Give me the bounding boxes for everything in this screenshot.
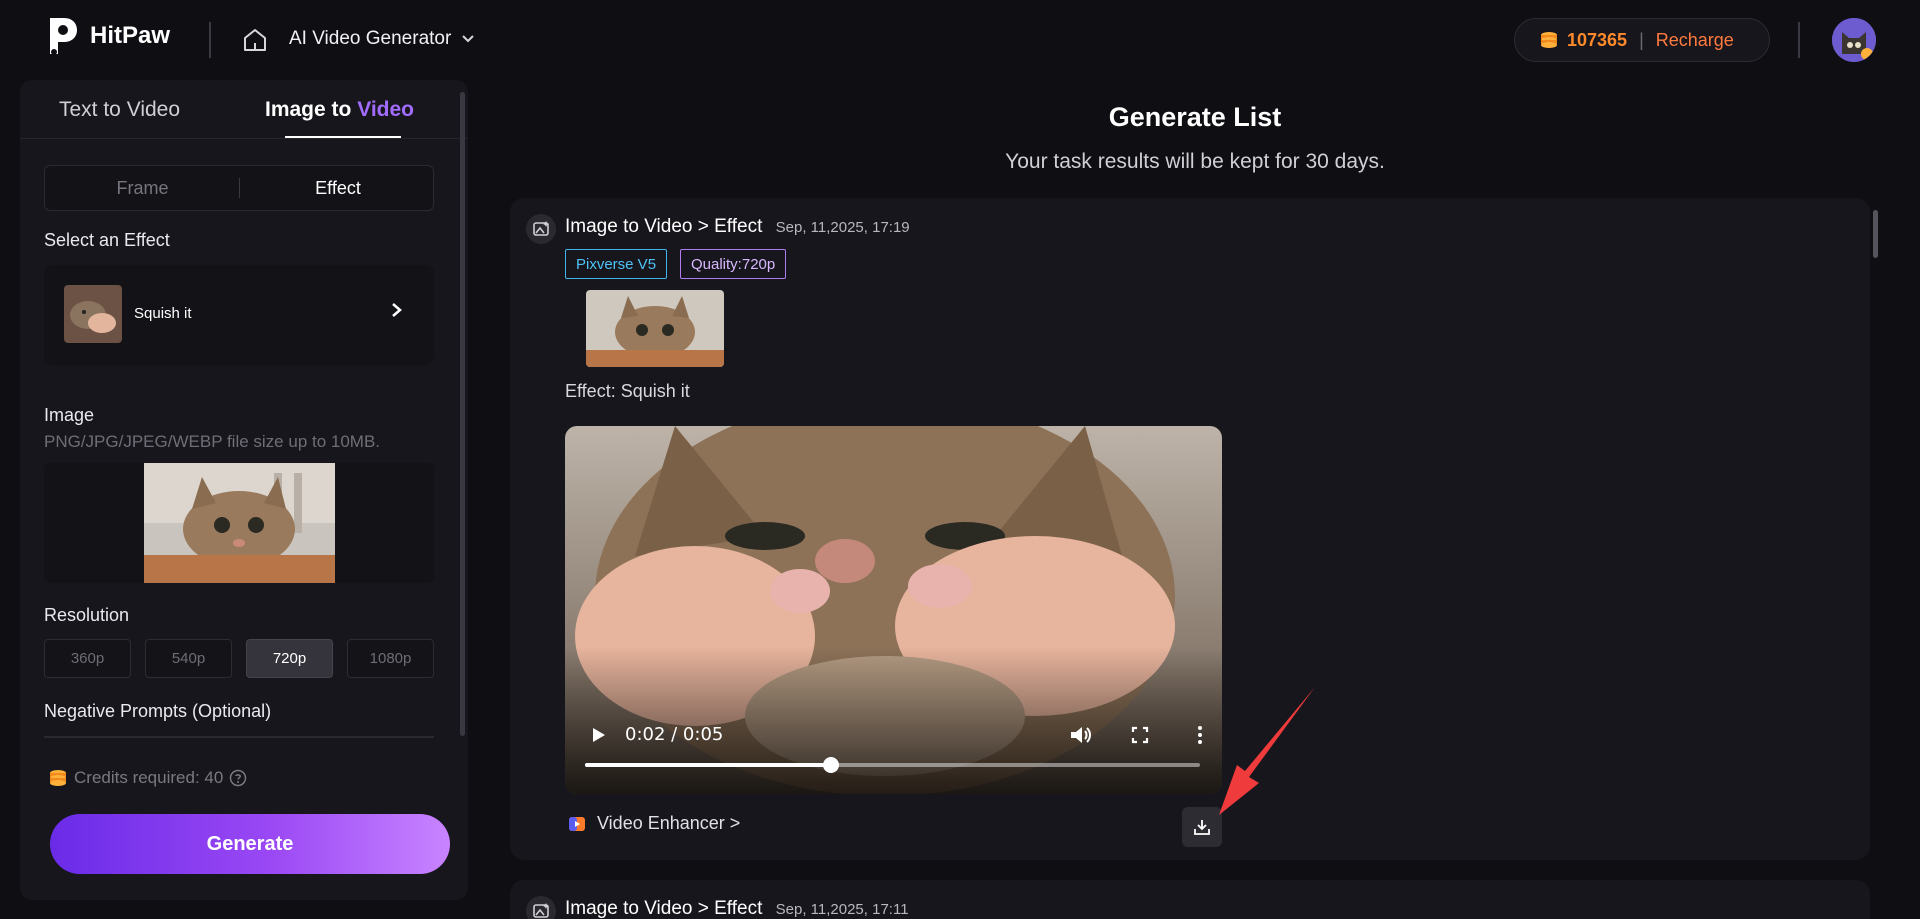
user-avatar[interactable]: [1832, 18, 1876, 62]
credits-required-text: Credits required: 40: [74, 768, 224, 787]
uploaded-cat-image: [144, 463, 335, 583]
effect-thumbnail: [64, 285, 122, 343]
recharge-link[interactable]: Recharge: [1656, 30, 1734, 51]
video-time: 0:02 / 0:05: [625, 724, 724, 745]
credits-balance: 107365: [1567, 29, 1628, 50]
resolution-label: Resolution: [44, 605, 130, 625]
resolution-360p[interactable]: 360p: [44, 639, 131, 678]
red-arrow-annotation-icon: [1219, 687, 1315, 815]
select-effect-label: Select an Effect: [44, 230, 170, 250]
resolution-1080p[interactable]: 1080p: [347, 639, 434, 678]
pill-separator: |: [1639, 29, 1644, 50]
credits-pill: 107365 | Recharge: [1514, 18, 1770, 62]
video-progress-fill: [585, 763, 831, 767]
image-hint: PNG/JPG/JPEG/WEBP file size up to 10MB.: [44, 432, 381, 451]
task-type-icon: [526, 214, 556, 244]
task-title: Image to Video > Effect Sep, 11,2025, 17…: [565, 898, 909, 919]
avatar-cat-icon: [1832, 18, 1876, 62]
more-options-icon[interactable]: [1187, 722, 1213, 748]
chevron-down-icon: [462, 35, 475, 43]
resolution-720p[interactable]: 720p: [246, 639, 333, 678]
product-dropdown-label: AI Video Generator: [289, 28, 452, 49]
header-divider: [209, 22, 211, 58]
video-enhancer-link[interactable]: Video Enhancer >: [567, 813, 740, 834]
home-icon[interactable]: [240, 25, 270, 55]
resolution-540p[interactable]: 540p: [145, 639, 232, 678]
brand-name: HitPaw: [90, 22, 171, 49]
task-title-text: Image to Video > Effect: [565, 216, 763, 237]
model-tag: Pixverse V5: [565, 249, 668, 279]
effect-name: Squish it: [134, 305, 192, 322]
coin-stack-icon: [1541, 32, 1557, 48]
top-header: HitPaw AI Video Generator 107365 | Recha…: [0, 0, 1920, 78]
fullscreen-icon[interactable]: [1127, 722, 1153, 748]
panel-scrollbar[interactable]: [460, 92, 465, 736]
hitpaw-logo[interactable]: HitPaw: [44, 14, 170, 58]
task-title-text: Image to Video > Effect: [565, 898, 763, 919]
generator-panel: Text to Video Image to Video Frame Effec…: [20, 80, 468, 900]
volume-icon[interactable]: [1067, 722, 1093, 748]
list-scrollbar[interactable]: [1873, 210, 1878, 258]
task-title: Image to Video > Effect Sep, 11,2025, 17…: [565, 216, 910, 238]
header-divider: [1798, 22, 1800, 58]
task-type-icon: [526, 896, 556, 919]
play-icon[interactable]: [585, 722, 611, 748]
hitpaw-logo-icon: [50, 18, 77, 55]
quality-tag: Quality:720p: [680, 249, 787, 279]
tabs-divider: [20, 138, 468, 139]
help-icon[interactable]: [229, 769, 247, 787]
task-date: Sep, 11,2025, 17:11: [775, 901, 909, 918]
task-date: Sep, 11,2025, 17:19: [775, 219, 910, 236]
negative-prompts-field[interactable]: [44, 736, 434, 748]
video-progress-handle[interactable]: [823, 757, 839, 773]
page-title: Generate List: [1108, 102, 1282, 132]
product-dropdown[interactable]: AI Video Generator: [289, 28, 475, 50]
source-image-thumbnail[interactable]: [586, 290, 724, 367]
generate-button[interactable]: Generate: [50, 814, 450, 874]
coin-stack-icon: [50, 770, 66, 786]
chevron-right-icon: [392, 303, 402, 317]
video-enhancer-label: Video Enhancer >: [597, 813, 741, 833]
task-effect-text: Effect: Squish it: [565, 381, 690, 401]
download-icon: [1194, 820, 1210, 835]
image-label: Image: [44, 405, 95, 425]
video-enhancer-icon: [569, 816, 585, 831]
page-subtitle: Your task results will be kept for 30 da…: [1005, 150, 1385, 173]
video-progress-bar[interactable]: [585, 757, 1200, 773]
effect-selector[interactable]: Squish it: [44, 265, 434, 365]
task-card: Image to Video > Effect Sep, 11,2025, 17…: [510, 880, 1870, 919]
image-upload-area[interactable]: [44, 463, 434, 583]
credits-required: Credits required: 40: [48, 768, 247, 788]
negative-prompts-label: Negative Prompts (Optional): [44, 701, 272, 721]
result-video-player[interactable]: 0:02 / 0:05: [565, 426, 1222, 794]
segment-divider: [239, 178, 240, 198]
task-card: Image to Video > Effect Sep, 11,2025, 17…: [510, 198, 1870, 860]
